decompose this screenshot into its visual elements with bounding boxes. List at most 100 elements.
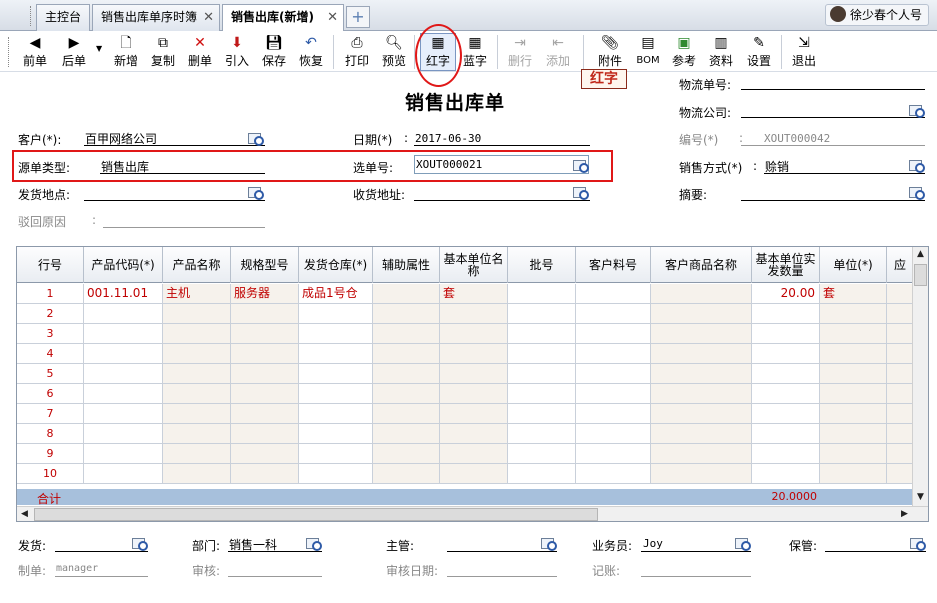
cell-unit-name[interactable] [440, 444, 508, 464]
cell-cust-prod[interactable] [651, 304, 752, 324]
cell-name[interactable] [163, 404, 231, 424]
cell-spec[interactable] [231, 304, 299, 324]
cell-batch[interactable] [508, 404, 576, 424]
table-row[interactable]: 9 [17, 444, 913, 464]
cell-batch[interactable] [508, 304, 576, 324]
logistics-no-field[interactable] [741, 89, 925, 90]
cell-qty[interactable]: 20.00 [752, 284, 820, 304]
select-no-value[interactable]: XOUT000021 [416, 158, 482, 171]
cell-code[interactable] [84, 304, 163, 324]
cell-qty[interactable] [752, 424, 820, 444]
cell-warehouse[interactable]: 成品1号仓 [299, 284, 373, 304]
lookup-icon[interactable] [573, 186, 589, 200]
lookup-icon[interactable] [248, 186, 264, 200]
scroll-left-icon[interactable]: ◀ [17, 507, 32, 521]
tab-main-console[interactable]: 主控台 [36, 4, 90, 31]
cell-more[interactable] [887, 284, 913, 304]
cell-more[interactable] [887, 304, 913, 324]
cell-code[interactable] [84, 364, 163, 384]
lookup-icon[interactable] [132, 537, 148, 551]
attachment-button[interactable]: 📎︎ 附件 [592, 33, 628, 69]
table-row[interactable]: 1 001.11.01 主机 服务器 成品1号仓套 20.00 套 [17, 284, 913, 304]
cell-cust-prod[interactable] [651, 404, 752, 424]
scroll-thumb[interactable] [914, 264, 927, 286]
cell-spec[interactable] [231, 444, 299, 464]
cell-aux[interactable] [373, 364, 440, 384]
lookup-icon[interactable] [910, 537, 926, 551]
cell-unit-name[interactable] [440, 304, 508, 324]
cell-unit[interactable] [820, 344, 887, 364]
copy-button[interactable]: ⧉ 复制 [145, 33, 181, 69]
keeper-field[interactable] [825, 551, 926, 552]
print-button[interactable]: ⎙ 打印 [339, 33, 375, 69]
cell-warehouse[interactable] [299, 444, 373, 464]
cell-cust-part[interactable] [576, 324, 651, 344]
material-button[interactable]: ▥ 资料 [703, 33, 739, 69]
cell-qty[interactable] [752, 304, 820, 324]
cell-code[interactable] [84, 464, 163, 484]
cell-cust-prod[interactable] [651, 344, 752, 364]
cell-name[interactable] [163, 424, 231, 444]
cell-more[interactable] [887, 344, 913, 364]
lookup-icon[interactable] [735, 537, 751, 551]
cell-unit[interactable] [820, 404, 887, 424]
cell-spec[interactable] [231, 324, 299, 344]
cell-unit-name[interactable] [440, 424, 508, 444]
cell-cust-part[interactable] [576, 404, 651, 424]
cell-unit[interactable] [820, 424, 887, 444]
receive-address-field[interactable] [414, 200, 590, 201]
cell-warehouse[interactable] [299, 344, 373, 364]
cell-more[interactable] [887, 424, 913, 444]
cell-batch[interactable] [508, 364, 576, 384]
cell-spec[interactable] [231, 464, 299, 484]
col-header-warehouse[interactable]: 发货仓库(*) [299, 247, 373, 283]
col-header-product-code[interactable]: 产品代码(*) [84, 247, 163, 283]
cell-spec[interactable]: 服务器 [231, 284, 299, 304]
cell-unit[interactable] [820, 384, 887, 404]
cell-qty[interactable] [752, 324, 820, 344]
scroll-down-icon[interactable]: ▼ [913, 490, 928, 505]
cell-aux[interactable] [373, 444, 440, 464]
cell-aux[interactable] [373, 464, 440, 484]
scroll-thumb[interactable] [34, 508, 598, 521]
cell-batch[interactable] [508, 324, 576, 344]
lookup-icon[interactable] [909, 159, 925, 173]
exit-button[interactable]: ⇲ 退出 [786, 33, 822, 69]
user-menu[interactable]: 徐少春个人号 [824, 4, 929, 26]
cell-qty[interactable] [752, 464, 820, 484]
cell-code[interactable] [84, 384, 163, 404]
cell-qty[interactable] [752, 444, 820, 464]
logistics-company-field[interactable] [741, 117, 925, 118]
next-button[interactable]: ▶ 后单 [56, 33, 92, 69]
cell-cust-part[interactable] [576, 384, 651, 404]
save-button[interactable]: 💾︎ 保存 [256, 33, 292, 69]
cell-qty[interactable] [752, 364, 820, 384]
cell-aux[interactable] [373, 404, 440, 424]
cell-name[interactable] [163, 324, 231, 344]
col-header-aux-attr[interactable]: 辅助属性 [373, 247, 440, 283]
import-button[interactable]: ⬇ 引入 [219, 33, 255, 69]
cell-cust-prod[interactable] [651, 364, 752, 384]
cell-cust-prod[interactable] [651, 324, 752, 344]
cell-cust-prod[interactable] [651, 424, 752, 444]
lookup-icon[interactable] [248, 132, 264, 146]
cell-aux[interactable] [373, 384, 440, 404]
cell-batch[interactable] [508, 444, 576, 464]
table-row[interactable]: 7 [17, 404, 913, 424]
cell-unit-name[interactable]: 套 [440, 284, 508, 304]
table-row[interactable]: 2 [17, 304, 913, 324]
cell-cust-part[interactable] [576, 344, 651, 364]
salesman-value[interactable]: Joy [643, 537, 663, 550]
cell-cust-part[interactable] [576, 304, 651, 324]
scroll-up-icon[interactable]: ▲ [913, 247, 928, 262]
cell-aux[interactable] [373, 424, 440, 444]
cell-code[interactable] [84, 424, 163, 444]
cell-unit-name[interactable] [440, 364, 508, 384]
delete-row-button[interactable]: ⇥ 删行 [502, 33, 538, 69]
cell-name[interactable] [163, 344, 231, 364]
ship-field[interactable] [55, 551, 148, 552]
cell-code[interactable] [84, 344, 163, 364]
col-header-row-no[interactable]: 行号 [17, 247, 84, 283]
table-row[interactable]: 5 [17, 364, 913, 384]
lookup-icon[interactable] [306, 537, 322, 551]
